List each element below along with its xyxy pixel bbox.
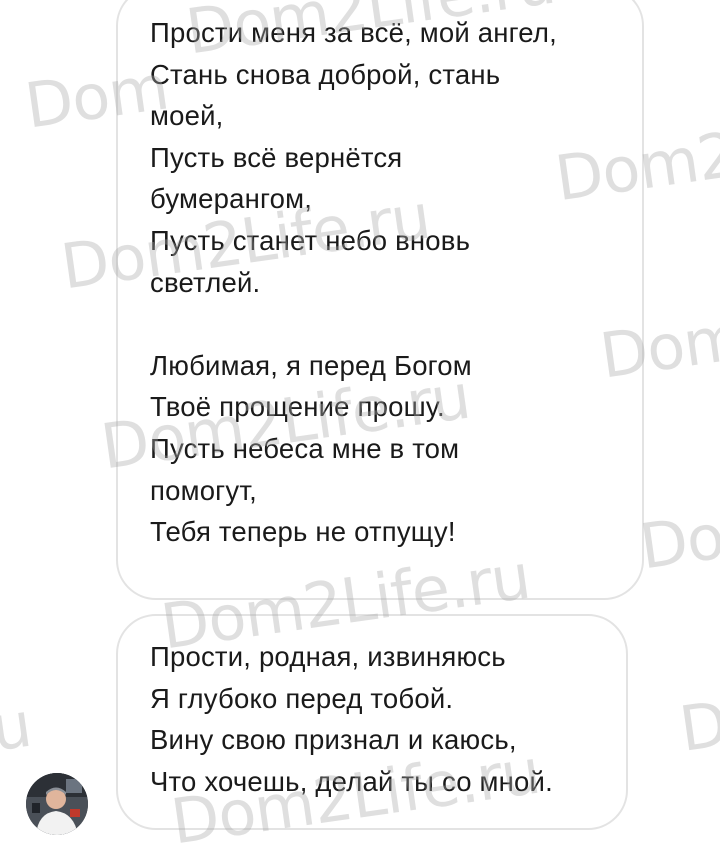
message-line: Тебя теперь не отпущу! [150, 516, 456, 548]
message-line: Прости меня за всё, мой ангел, [150, 17, 557, 48]
message-line: Твоё прощение прошу. [150, 391, 445, 423]
message-line: светлей. [150, 266, 261, 298]
message-line: Пусть небеса мне в том [150, 432, 460, 464]
message-line: Пусть всё вернётся [150, 141, 403, 173]
message-bubble[interactable]: Прости, родная, извиняюсь Я глубоко пере… [116, 614, 628, 830]
avatar-photo-icon [26, 773, 88, 835]
message-line: Вину свою признал и каюсь, [150, 724, 517, 756]
message-line: Я глубоко перед тобой. [150, 682, 454, 714]
chat-thread: Прости меня за всё, мой ангел, Стань сно… [0, 0, 720, 862]
message-line: Прости, родная, извиняюсь [150, 641, 506, 672]
avatar[interactable] [26, 773, 88, 835]
message-line: моей, [150, 100, 224, 132]
message-line: бумерангом, [150, 183, 313, 215]
message-line: Что хочешь, делай ты со мной. [150, 765, 553, 797]
message-bubble[interactable]: Прости меня за всё, мой ангел, Стань сно… [116, 0, 644, 600]
message-line-blank [150, 303, 557, 345]
message-line: Стань снова доброй, стань [150, 58, 501, 90]
message-line: Любимая, я перед Богом [150, 349, 472, 381]
message-text: Прости меня за всё, мой ангел, Стань сно… [150, 12, 557, 553]
message-line: Пусть станет небо вновь [150, 224, 471, 256]
message-text: Прости, родная, извиняюсь Я глубоко пере… [150, 636, 553, 802]
message-line: помогут, [150, 474, 257, 506]
